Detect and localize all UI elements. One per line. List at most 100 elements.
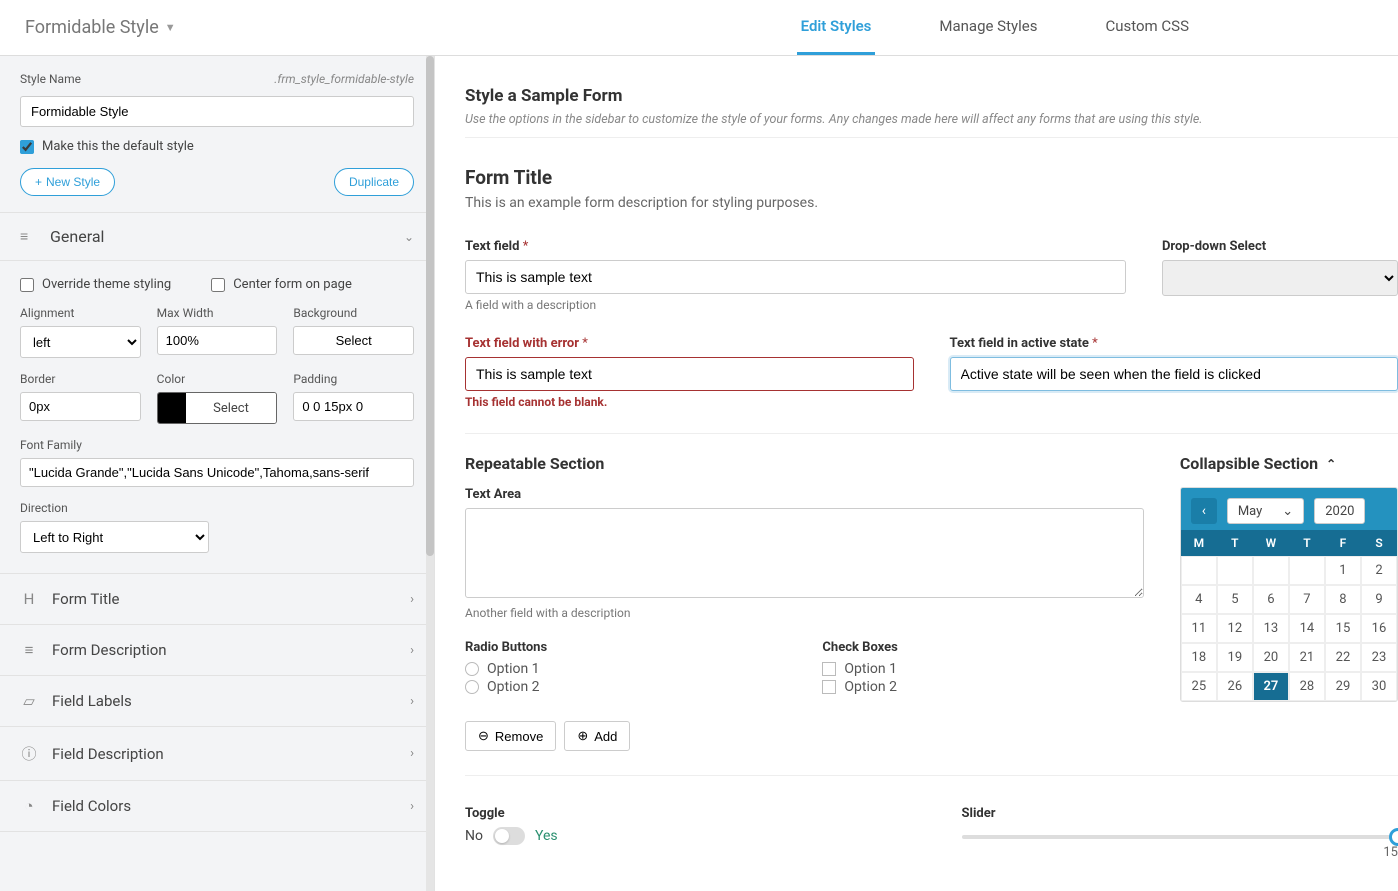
style-title-dropdown[interactable]: Formidable Style ▼ [25, 17, 176, 38]
max-width-input[interactable] [157, 326, 278, 355]
font-family-input[interactable] [20, 458, 414, 487]
dropdown-select[interactable] [1162, 260, 1398, 296]
panel-field-description[interactable]: ⓘ Field Description › [0, 727, 434, 781]
calendar-day[interactable]: 4 [1181, 585, 1217, 614]
radio-option-1[interactable]: Option 1 [465, 661, 786, 677]
duplicate-button[interactable]: Duplicate [334, 168, 414, 196]
panel-field-labels[interactable]: ▱ Field Labels › [0, 676, 434, 727]
slider-track[interactable] [962, 835, 1398, 839]
new-style-button[interactable]: +New Style [20, 168, 115, 196]
add-button[interactable]: ⊕Add [564, 721, 630, 751]
calendar-day[interactable]: 21 [1289, 643, 1325, 672]
color-select-button: Select [186, 393, 277, 423]
toggle-label: Toggle [465, 806, 902, 821]
calendar-day[interactable]: 8 [1325, 585, 1361, 614]
panel-form-description[interactable]: ≡ Form Description › [0, 625, 434, 676]
calendar-day[interactable]: 14 [1289, 614, 1325, 643]
calendar-grid: 1245678911121314151618192021222325262728… [1181, 556, 1397, 701]
general-panel-header[interactable]: ≡ General ⌄ [0, 213, 434, 261]
calendar-day[interactable]: 16 [1361, 614, 1397, 643]
panel-form-title[interactable]: H Form Title › [0, 574, 434, 625]
check-option-2[interactable]: Option 2 [822, 679, 1143, 695]
textarea-label: Text Area [465, 487, 1144, 502]
calendar-day[interactable]: 30 [1361, 672, 1397, 701]
alignment-select[interactable]: left [20, 326, 141, 358]
calendar-day[interactable]: 5 [1217, 585, 1253, 614]
slider-value: 15 [962, 845, 1398, 860]
max-width-label: Max Width [157, 306, 278, 320]
textarea-input[interactable] [465, 508, 1144, 598]
slider-handle[interactable] [1389, 828, 1398, 846]
style-title-text: Formidable Style [25, 17, 159, 38]
sidebar: Style Name .frm_style_formidable-style M… [0, 56, 435, 891]
sliders-icon: ≡ [20, 228, 38, 245]
header-tabs: Edit Styles Manage Styles Custom CSS [797, 0, 1193, 55]
center-form-checkbox[interactable] [211, 278, 225, 292]
error-message: This field cannot be blank. [465, 395, 914, 409]
error-field-input[interactable] [465, 357, 914, 391]
style-class-name: .frm_style_formidable-style [274, 72, 414, 86]
style-name-label: Style Name [20, 72, 81, 86]
required-asterisk: * [523, 239, 529, 254]
padding-input[interactable] [293, 392, 414, 421]
border-input[interactable] [20, 392, 141, 421]
calendar-prev-button[interactable]: ‹ [1191, 498, 1217, 524]
style-name-input[interactable] [20, 96, 414, 127]
calendar-month-select[interactable]: May⌄ [1227, 498, 1304, 524]
calendar-day[interactable]: 15 [1325, 614, 1361, 643]
calendar-day [1181, 556, 1217, 585]
chevron-right-icon: › [410, 799, 414, 814]
calendar-day[interactable]: 20 [1253, 643, 1289, 672]
dropdown-label: Drop-down Select [1162, 239, 1398, 254]
tab-custom-css[interactable]: Custom CSS [1101, 0, 1193, 55]
general-panel-body: Override theme styling Center form on pa… [0, 261, 434, 574]
form-description: This is an example form description for … [465, 195, 1398, 211]
chevron-right-icon: › [410, 592, 414, 607]
info-icon: ⓘ [20, 743, 38, 764]
active-field-label: Text field in active state * [950, 336, 1398, 351]
general-title: General [50, 227, 392, 246]
slider-label: Slider [962, 806, 1398, 821]
calendar-day[interactable]: 18 [1181, 643, 1217, 672]
calendar-day[interactable]: 27 [1253, 672, 1289, 701]
collapsible-section-header[interactable]: Collapsible Section ⌃ [1180, 454, 1398, 473]
calendar-day[interactable]: 26 [1217, 672, 1253, 701]
calendar-day[interactable]: 23 [1361, 643, 1397, 672]
active-field-input[interactable] [950, 357, 1398, 391]
calendar-day[interactable]: 19 [1217, 643, 1253, 672]
calendar-day[interactable]: 6 [1253, 585, 1289, 614]
direction-label: Direction [20, 501, 209, 515]
form-title: Form Title [465, 166, 1398, 189]
remove-button[interactable]: ⊖Remove [465, 721, 556, 751]
tab-manage-styles[interactable]: Manage Styles [935, 0, 1041, 55]
background-select-button[interactable]: Select [293, 326, 414, 355]
color-picker[interactable]: Select [157, 392, 278, 424]
calendar-day[interactable]: 9 [1361, 585, 1397, 614]
calendar-day[interactable]: 7 [1289, 585, 1325, 614]
calendar-day[interactable]: 1 [1325, 556, 1361, 585]
radio-option-2[interactable]: Option 2 [465, 679, 786, 695]
tab-edit-styles[interactable]: Edit Styles [797, 0, 876, 55]
calendar-day[interactable]: 13 [1253, 614, 1289, 643]
calendar-day[interactable]: 28 [1289, 672, 1325, 701]
calendar-day[interactable]: 11 [1181, 614, 1217, 643]
calendar-day[interactable]: 29 [1325, 672, 1361, 701]
alignment-label: Alignment [20, 306, 141, 320]
calendar-day[interactable]: 22 [1325, 643, 1361, 672]
calendar-day[interactable]: 2 [1361, 556, 1397, 585]
calendar-day[interactable]: 25 [1181, 672, 1217, 701]
check-option-1[interactable]: Option 1 [822, 661, 1143, 677]
sidebar-scrollbar[interactable] [426, 56, 434, 891]
chevron-right-icon: › [410, 694, 414, 709]
panel-field-colors[interactable]: ◔ Field Colors › [0, 781, 434, 832]
text-field-input[interactable] [465, 260, 1126, 294]
toggle-switch[interactable] [493, 827, 525, 845]
calendar-day[interactable]: 12 [1217, 614, 1253, 643]
tag-icon: ▱ [20, 692, 38, 710]
page-subtitle: Use the options in the sidebar to custom… [465, 112, 1398, 138]
default-style-checkbox[interactable] [20, 140, 34, 154]
override-theme-checkbox[interactable] [20, 278, 34, 292]
textarea-description: Another field with a description [465, 606, 1144, 620]
calendar-year-select[interactable]: 2020 [1314, 498, 1365, 524]
direction-select[interactable]: Left to Right [20, 521, 209, 553]
